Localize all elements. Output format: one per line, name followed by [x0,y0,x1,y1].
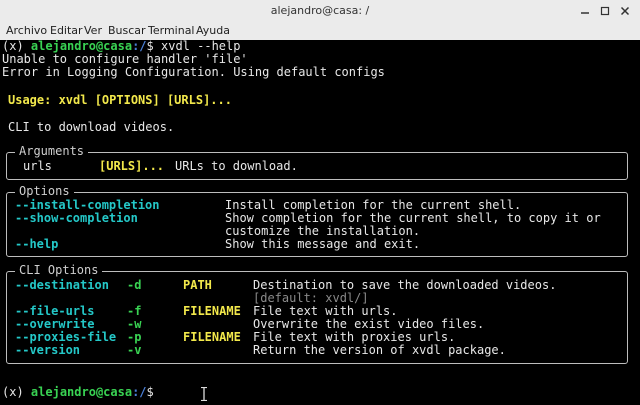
window-controls [578,4,632,18]
window-titlebar: alejandro@casa: / [0,0,640,23]
usage-line: Usage: xvdl [OPTIONS] [URLS]... [8,93,232,107]
maximize-icon[interactable] [598,4,612,18]
cli-options-title: CLI Options [15,264,103,277]
prompt-path: :/ [132,39,147,53]
option-flag: --help [15,237,59,251]
option-flag: --show-completion [15,211,138,225]
menu-editar[interactable]: Editar [50,24,83,37]
cli-option-metavar: FILENAME [183,330,241,344]
cli-option-flag: --version [15,343,81,357]
cli-option-desc: Return the version of xvdl package. [253,343,506,357]
cli-option-flag: --destination [15,278,109,292]
menu-ayuda[interactable]: Ayuda [196,24,230,37]
cli-option-short: -v [127,343,142,357]
cli-option-metavar: PATH [183,278,212,292]
menu-buscar[interactable]: Buscar [108,24,146,37]
options-title: Options [15,185,74,198]
prompt-dollar: $ [146,385,154,399]
prompt-path: :/ [132,385,147,399]
menu-ver[interactable]: Ver [84,24,102,37]
close-icon[interactable] [618,4,632,18]
arguments-title: Arguments [15,145,89,158]
cli-option-short: -d [127,278,142,292]
options-panel: Options --install-completion Install com… [6,185,628,257]
terminal-area[interactable]: (x) alejandro@casa:/$ xvdl --help Unable… [0,39,640,402]
option-desc: Show this message and exit. [225,237,421,251]
cli-option-metavar: FILENAME [183,304,241,318]
text-cursor-icon [200,386,207,402]
argument-desc: URLs to download. [175,159,298,173]
prompt-user-host: alejandro@casa [30,39,133,53]
prompt-env: (x) [2,385,24,399]
description-line: CLI to download videos. [8,120,175,134]
minimize-icon[interactable] [578,4,592,18]
menu-terminal[interactable]: Terminal [148,24,195,37]
arguments-panel: Arguments urls [URLS]... URLs to downloa… [6,145,628,180]
cli-options-panel: CLI Options --destination -d PATH Destin… [6,264,628,364]
prompt-user-host: alejandro@casa [30,385,133,399]
prompt-line: (x) alejandro@casa:/$ [2,386,154,399]
menu-archivo[interactable]: Archivo [6,24,47,37]
argument-name: urls [23,159,52,173]
prompt-command: xvdl --help [161,39,241,53]
prompt-dollar: $ [146,39,154,53]
output-line: Error in Logging Configuration. Using de… [2,65,385,79]
argument-metavar: [URLS]... [99,159,165,173]
prompt-env: (x) [2,39,24,53]
window-title: alejandro@casa: / [270,4,370,17]
